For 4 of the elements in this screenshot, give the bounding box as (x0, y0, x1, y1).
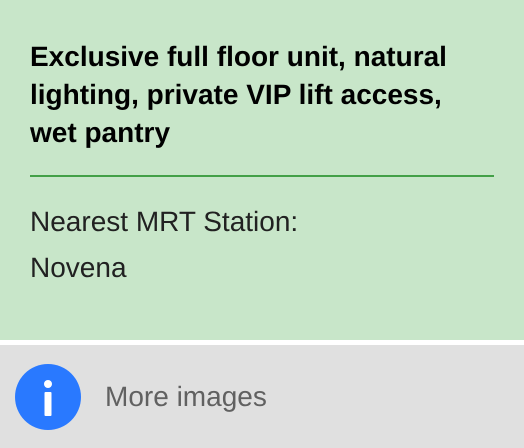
info-icon (15, 364, 81, 430)
mrt-station-text: Nearest MRT Station: Novena (30, 205, 300, 285)
description-text: Exclusive full floor unit, natural lighting, private VIP lift access, wet pantry (30, 40, 448, 150)
more-images-link[interactable]: More images (105, 380, 267, 412)
